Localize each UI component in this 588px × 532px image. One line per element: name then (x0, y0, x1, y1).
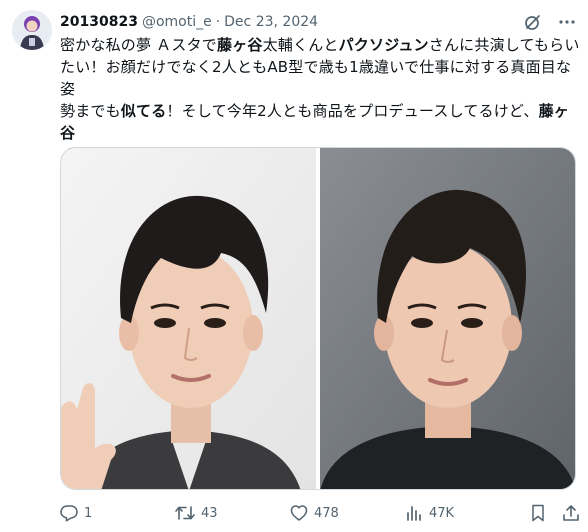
tweet-text-segment: 密かな私の夢 Ａスタで (60, 36, 217, 54)
header-actions (524, 12, 576, 32)
tweet-text-line: 密かな私の夢 Ａスタで藤ヶ谷太輔くんとパクソジュンさんに共演してもらい (60, 34, 582, 56)
user-handle[interactable]: @omoti_e (142, 14, 212, 30)
views-button[interactable]: 47K (405, 504, 454, 522)
tweet-text-bold: 藤ヶ谷 (216, 36, 263, 54)
photo-right[interactable] (320, 148, 575, 489)
repost-icon (175, 506, 195, 520)
share-icon (563, 505, 579, 521)
heart-icon (290, 505, 308, 521)
tweet-text-line: 勢までも似てる！そして今年2人とも商品をプロデュースしてるけど、藤ヶ谷 (60, 100, 582, 144)
share-button[interactable] (562, 504, 580, 522)
media-grid (60, 147, 576, 490)
tweet-text-bold: 似てる (120, 102, 167, 120)
tweet-text-segment: ！そして今年2人とも商品をプロデュースしてるけど、 (166, 102, 539, 120)
tweet-text-segment: 太輔くんと (262, 36, 339, 54)
avatar[interactable] (12, 10, 52, 50)
tweet-text-segment: さんに共演してもらい (428, 36, 580, 54)
tweet-date[interactable]: Dec 23, 2024 (224, 14, 318, 30)
repost-button[interactable]: 43 (175, 504, 218, 522)
action-bar: 1 43 478 47K (60, 502, 582, 524)
tweet[interactable]: 20130823 @omoti_e · Dec 23, 2024 密かな私の夢 … (0, 0, 588, 532)
separator-dot: · (215, 14, 221, 30)
tweet-text-segment: 勢までも (60, 102, 121, 120)
reply-count: 1 (84, 505, 93, 521)
display-name[interactable]: 20130823 (60, 14, 138, 30)
bar-chart-icon (407, 506, 421, 521)
like-count: 478 (314, 505, 339, 521)
avatar-image (12, 10, 52, 50)
reply-icon (60, 505, 78, 522)
more-icon[interactable] (558, 13, 576, 31)
tweet-text-bold: パクソジュン (338, 36, 429, 54)
repost-count: 43 (201, 505, 218, 521)
bookmark-icon (532, 504, 544, 522)
photo-left[interactable] (61, 148, 316, 489)
grok-icon[interactable] (524, 13, 542, 31)
like-button[interactable]: 478 (290, 504, 339, 522)
tweet-text-segment: たい！お顔だけでなく2人ともAB型で歳も1歳違いで仕事に対する真面目な姿 (60, 58, 572, 98)
bookmark-button[interactable] (530, 504, 546, 522)
reply-button[interactable]: 1 (60, 504, 92, 522)
tweet-header: 20130823 @omoti_e · Dec 23, 2024 (60, 12, 576, 32)
tweet-text-line: たい！お顔だけでなく2人ともAB型で歳も1歳違いで仕事に対する真面目な姿 (60, 56, 582, 100)
view-count: 47K (429, 505, 455, 521)
